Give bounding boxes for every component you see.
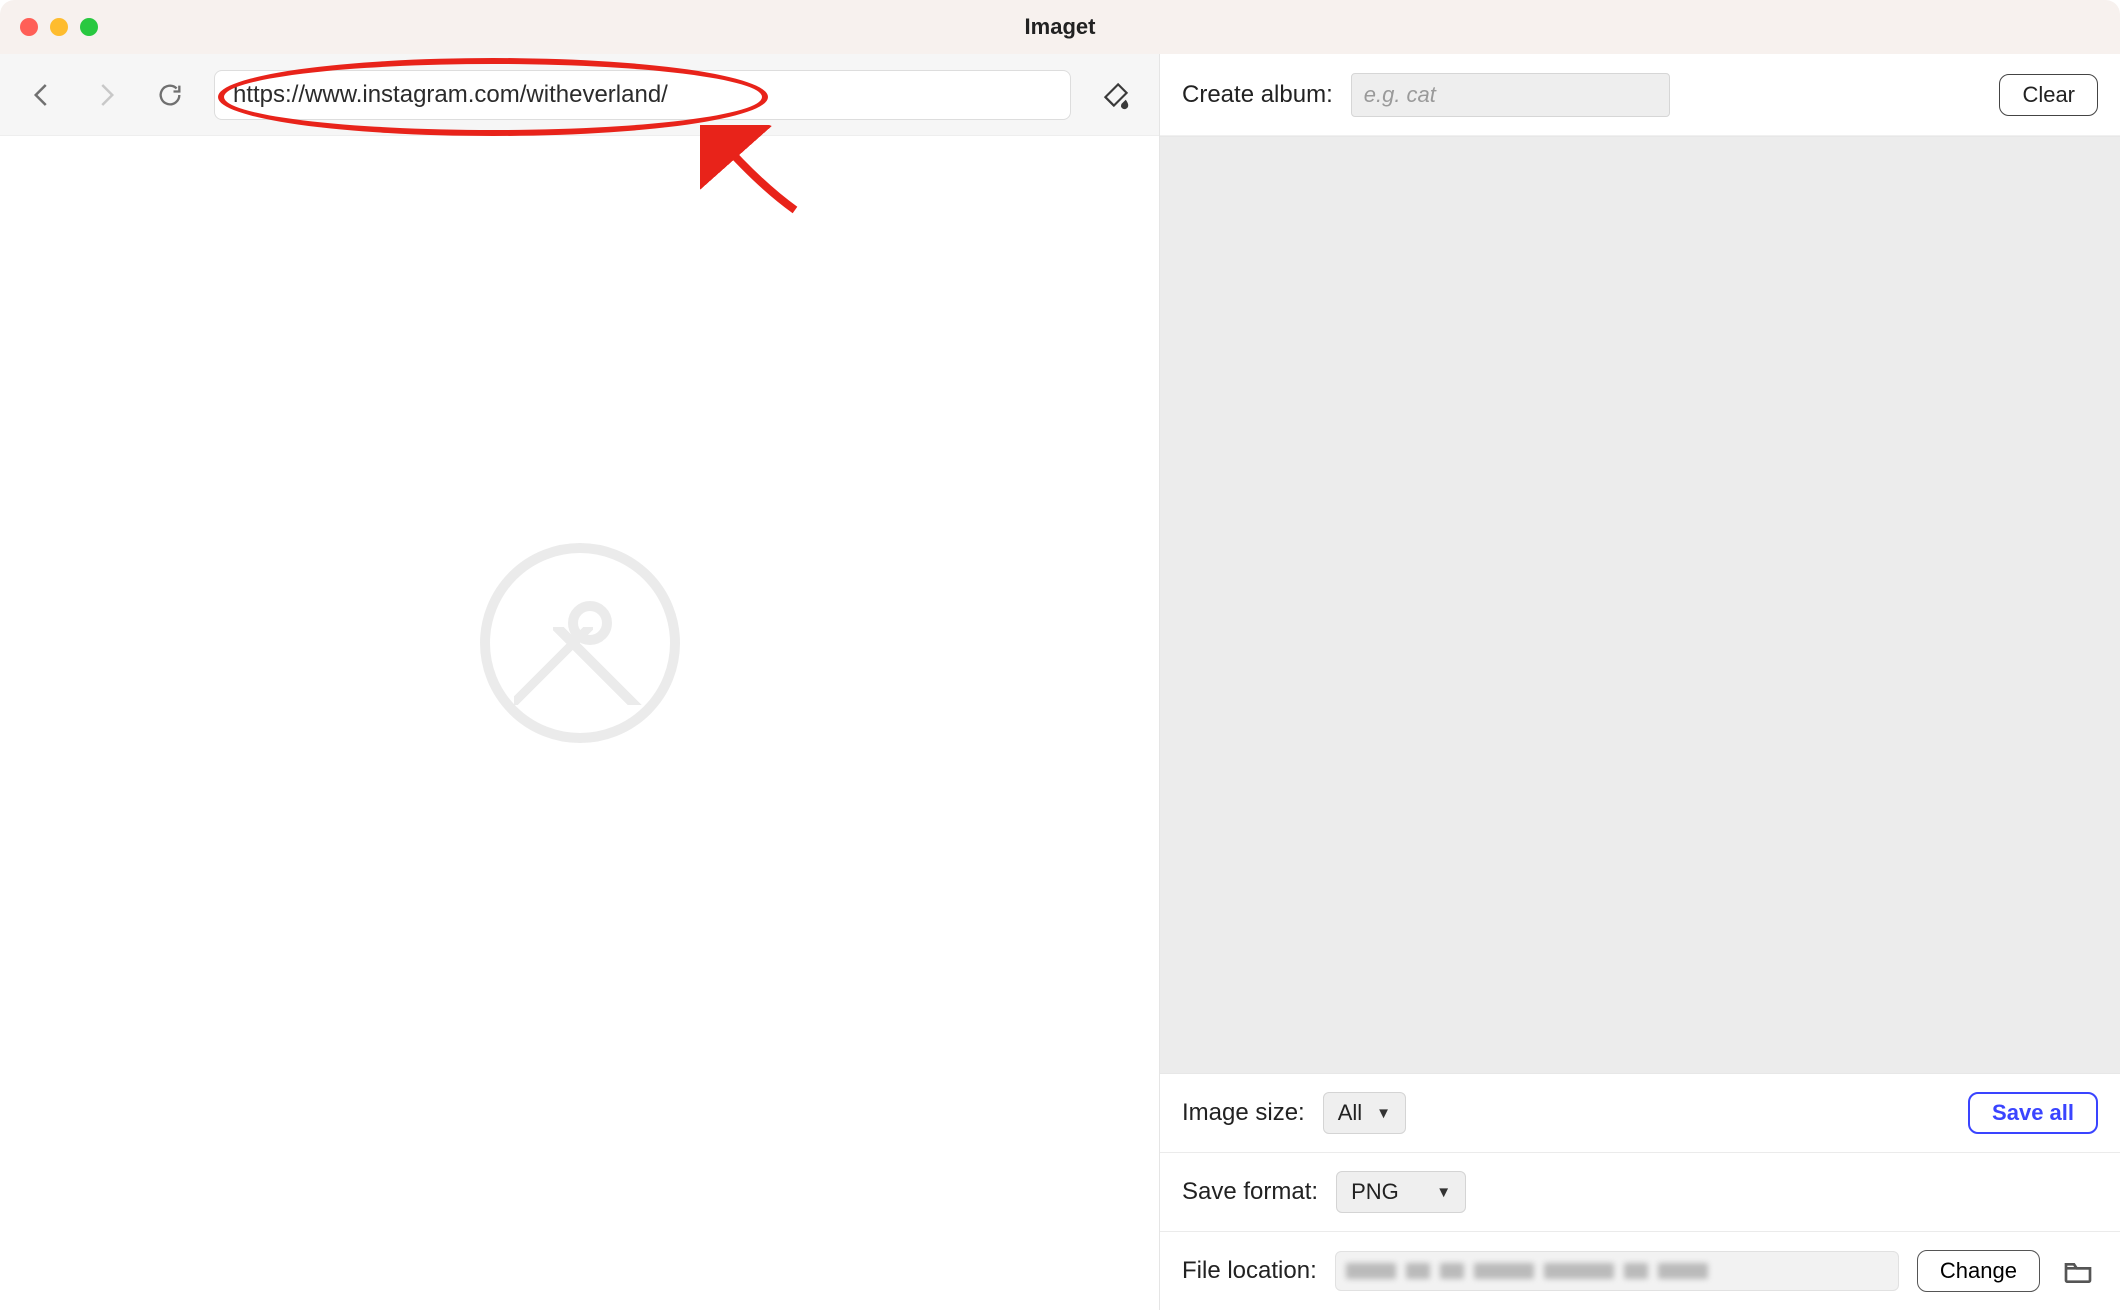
clear-button[interactable]: Clear xyxy=(1999,74,2098,116)
file-location-field[interactable] xyxy=(1335,1251,1899,1291)
file-location-row: File location: Change xyxy=(1160,1231,2120,1310)
save-format-row: Save format: PNG ▼ xyxy=(1160,1152,2120,1231)
browser-viewport[interactable] xyxy=(0,136,1159,1310)
album-name-input[interactable] xyxy=(1351,73,1670,117)
download-options: Image size: All ▼ Save all Save format: … xyxy=(1160,1074,2120,1310)
image-grid-empty xyxy=(1160,136,2120,1074)
file-location-label: File location: xyxy=(1182,1257,1317,1285)
image-size-value: All xyxy=(1338,1100,1362,1126)
arrow-right-icon xyxy=(91,80,121,110)
save-format-value: PNG xyxy=(1351,1179,1399,1205)
paint-bucket-icon xyxy=(1099,78,1133,112)
zoom-window-button[interactable] xyxy=(80,18,98,36)
app-window: Imaget xyxy=(0,0,2120,1310)
image-size-label: Image size: xyxy=(1182,1099,1305,1127)
save-format-label: Save format: xyxy=(1182,1178,1318,1206)
browser-nav-bar xyxy=(0,54,1159,136)
create-album-label: Create album: xyxy=(1182,81,1333,109)
browser-pane xyxy=(0,54,1160,1310)
content-split: Create album: Clear Image size: All ▼ Sa… xyxy=(0,54,2120,1310)
titlebar: Imaget xyxy=(0,0,2120,54)
save-format-select[interactable]: PNG ▼ xyxy=(1336,1171,1466,1213)
image-size-select[interactable]: All ▼ xyxy=(1323,1092,1406,1134)
chevron-down-icon: ▼ xyxy=(1376,1105,1391,1122)
url-input[interactable] xyxy=(214,70,1071,120)
reload-icon xyxy=(156,81,184,109)
reload-button[interactable] xyxy=(150,75,190,115)
downloader-pane: Create album: Clear Image size: All ▼ Sa… xyxy=(1160,54,2120,1310)
forward-button[interactable] xyxy=(86,75,126,115)
back-button[interactable] xyxy=(22,75,62,115)
window-title: Imaget xyxy=(1025,14,1096,40)
close-window-button[interactable] xyxy=(20,18,38,36)
open-folder-button[interactable] xyxy=(2058,1251,2098,1291)
folder-icon xyxy=(2062,1255,2094,1287)
chevron-down-icon: ▼ xyxy=(1436,1184,1451,1201)
save-all-button[interactable]: Save all xyxy=(1968,1092,2098,1134)
image-placeholder-icon xyxy=(480,543,680,743)
album-bar: Create album: Clear xyxy=(1160,54,2120,136)
clear-highlights-button[interactable] xyxy=(1095,74,1137,116)
minimize-window-button[interactable] xyxy=(50,18,68,36)
change-location-button[interactable]: Change xyxy=(1917,1250,2040,1292)
traffic-lights xyxy=(20,18,98,36)
image-size-row: Image size: All ▼ Save all xyxy=(1160,1074,2120,1152)
arrow-left-icon xyxy=(27,80,57,110)
file-location-redacted xyxy=(1346,1258,1888,1284)
